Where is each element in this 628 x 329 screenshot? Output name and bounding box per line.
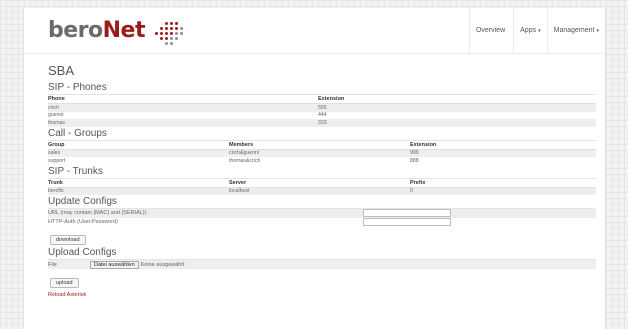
page-container: beroNet Overview Apps ▾ Management ▾ SBA S… [23, 8, 606, 329]
column-header-extension: Extension [410, 140, 596, 150]
column-header-group: Group [48, 140, 229, 150]
server-cell: localhost [229, 187, 410, 195]
file-label: File [48, 261, 57, 268]
column-header-prefix: Prefix [410, 178, 596, 188]
group-cell: support [48, 157, 66, 164]
column-header-phone: Phone [48, 95, 318, 104]
column-header-extension: Extension [318, 95, 596, 104]
http-auth-row: HTTP-Auth (User:Password) [48, 217, 596, 227]
phone-cell: crich [48, 103, 318, 112]
call-groups-table: Group Members Extension sales crich&guenn… [48, 140, 596, 165]
beronet-logo[interactable]: beroNet [48, 18, 146, 43]
sip-phones-table: Phone Extension crich 555 guenni 444 thomas 3… [48, 95, 596, 127]
update-configs-heading: Update Configs [48, 196, 596, 209]
main-content: SBA SIP - Phones Phone Extension crich 55… [24, 63, 605, 298]
choose-file-button[interactable]: Datei auswählen [90, 260, 139, 269]
update-configs-form: URL (may contain {MAC} and {SERIAL}) HTT… [48, 209, 596, 226]
upload-button[interactable]: upload [50, 278, 79, 288]
members-cell: thomas&crich [229, 157, 261, 164]
table-row: thomas 333 [48, 119, 596, 127]
top-nav: Overview Apps ▾ Management ▾ [468, 8, 605, 53]
call-groups-heading: Call - Groups [48, 128, 596, 141]
column-header-server: Server [229, 178, 410, 188]
column-header-members: Members [229, 140, 410, 150]
prefix-cell: 0 [410, 187, 596, 195]
extension-cell: 999 [410, 149, 596, 157]
sip-trunks-heading: SIP - Trunks [48, 166, 596, 179]
url-input[interactable] [363, 209, 451, 218]
table-row: sales crich&guenni 999 [48, 149, 596, 157]
column-header-trunk: Trunk [48, 178, 229, 188]
upload-configs-heading: Upload Configs [48, 247, 596, 260]
table-row: beroflx localhost 0 [48, 187, 596, 195]
nav-apps[interactable]: Apps ▾ [513, 8, 546, 53]
phone-cell: guenni [48, 112, 64, 118]
members-cell: crich&guenni [229, 149, 410, 157]
header-bar: beroNet Overview Apps ▾ Management ▾ [24, 8, 605, 54]
extension-cell: 888 [410, 157, 419, 164]
table-row: crich 555 [48, 103, 596, 112]
file-row: File Datei auswählen Keine ausgewählt [48, 260, 596, 269]
sip-trunks-table: Trunk Server Prefix beroflx localhost 0 [48, 178, 596, 195]
http-auth-input[interactable] [363, 217, 451, 226]
group-cell: sales [48, 149, 229, 157]
extension-cell: 333 [318, 119, 596, 127]
table-row: support thomas&crich 888 [48, 157, 596, 165]
file-status: Keine ausgewählt [140, 261, 185, 268]
http-auth-label: HTTP-Auth (User:Password) [48, 218, 118, 225]
nav-management[interactable]: Management ▾ [546, 8, 605, 53]
url-row: URL (may contain {MAC} and {SERIAL}) [48, 209, 596, 218]
logo-text-main: bero [48, 18, 103, 43]
phone-cell: thomas [48, 119, 318, 127]
url-label: URL (may contain {MAC} and {SERIAL}) [48, 210, 147, 217]
table-row: guenni 444 [48, 112, 596, 120]
sip-phones-heading: SIP - Phones [48, 82, 596, 95]
chevron-down-icon: ▾ [596, 28, 599, 34]
trunk-cell: beroflx [48, 187, 229, 195]
nav-overview[interactable]: Overview [468, 8, 513, 53]
page-title: SBA [48, 63, 75, 78]
extension-cell: 555 [318, 103, 596, 112]
logo-text-accent: Net [102, 18, 146, 43]
extension-cell: 444 [318, 112, 327, 118]
chevron-down-icon: ▾ [538, 28, 541, 34]
logo-dots-icon [155, 22, 183, 45]
download-button[interactable]: download [50, 235, 86, 245]
reload-asterisk-link[interactable]: Reload Asterisk [48, 292, 596, 298]
